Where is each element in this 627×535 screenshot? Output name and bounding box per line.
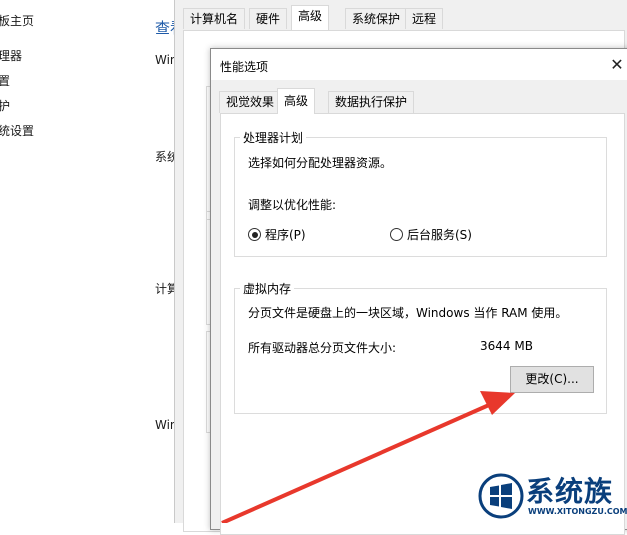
tab-advanced[interactable]: 高级 bbox=[291, 5, 330, 30]
tab-advanced-perf[interactable]: 高级 bbox=[277, 88, 316, 114]
arrow-head bbox=[480, 391, 515, 415]
watermark-name: 系统族 bbox=[526, 475, 614, 508]
arrow-shaft bbox=[221, 399, 499, 523]
windows-logo-icon bbox=[478, 473, 524, 519]
annotation-arrow bbox=[221, 391, 515, 523]
watermark-url: WWW.XITONGZU.COM bbox=[528, 507, 627, 516]
watermark-logo: 系统族 WWW.XITONGZU.COM bbox=[476, 469, 627, 523]
